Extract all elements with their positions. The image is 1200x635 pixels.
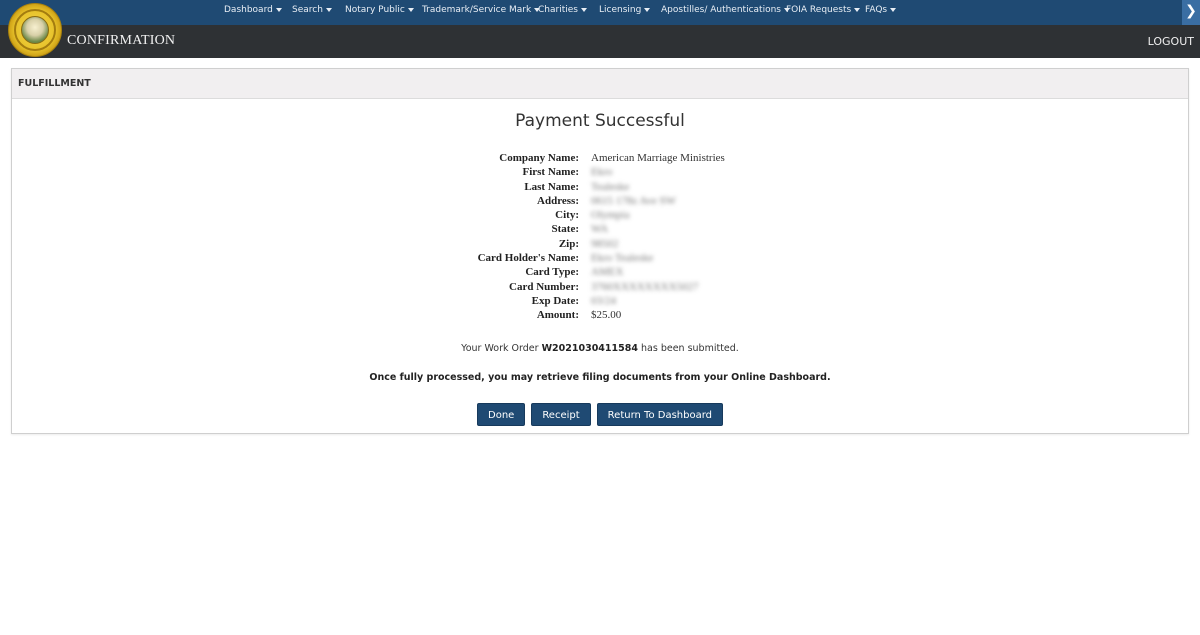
detail-row-card-holder-name: Card Holder's Name: Ekro Tealeske	[12, 252, 1188, 266]
nav-item-licensing[interactable]: Licensing	[599, 5, 651, 15]
detail-label: Card Holder's Name:	[477, 252, 579, 265]
detail-row-city: City: Olympia	[12, 209, 1188, 223]
detail-label: Zip:	[558, 237, 579, 250]
caret-down-icon	[890, 7, 897, 12]
top-navigation-bar: Dashboard Search Notary Public Trademark…	[0, 0, 1200, 25]
detail-row-card-number: Card Number: 3760XXXXXXXX5027	[12, 281, 1188, 295]
nav-item-label: Notary Public	[345, 5, 405, 15]
work-order-prefix: Your Work Order	[461, 343, 539, 354]
sidebar-toggle-button[interactable]: ❯	[1182, 0, 1200, 25]
detail-label: First Name:	[522, 166, 579, 179]
nav-item-trademark-service-mark[interactable]: Trademark/Service Mark	[422, 5, 541, 15]
nav-item-label: Apostilles/ Authentications	[661, 5, 781, 15]
caret-down-icon	[325, 7, 332, 12]
caret-down-icon	[275, 7, 282, 12]
nav-item-faqs[interactable]: FAQs	[865, 5, 897, 15]
detail-value: American Marriage Ministries	[591, 152, 725, 164]
detail-label: Company Name:	[499, 152, 579, 164]
work-order-number: W2021030411584	[541, 343, 638, 354]
nav-item-label: FAQs	[865, 5, 888, 15]
detail-value-redacted: Tealeske	[591, 180, 630, 193]
logout-link[interactable]: LOGOUT	[1148, 35, 1194, 48]
state-seal-logo[interactable]	[8, 3, 62, 57]
detail-row-last-name: Last Name: Tealeske	[12, 181, 1188, 195]
detail-row-address: Address: 0615 178z Ave SW	[12, 195, 1188, 209]
done-button[interactable]: Done	[477, 403, 526, 426]
seal-emblem-icon	[21, 16, 49, 44]
nav-item-label: FOIA Requests	[786, 5, 852, 15]
detail-label: State:	[551, 223, 580, 236]
nav-item-search[interactable]: Search	[292, 5, 332, 15]
detail-value-redacted: WA	[591, 223, 609, 236]
nav-item-label: Search	[292, 5, 323, 15]
return-to-dashboard-button[interactable]: Return To Dashboard	[596, 403, 723, 426]
detail-label: Last Name:	[524, 180, 579, 193]
detail-label: Card Number:	[509, 280, 579, 293]
detail-label: Amount:	[536, 309, 579, 322]
nav-item-label: Dashboard	[224, 5, 273, 15]
nav-item-foia-requests[interactable]: FOIA Requests	[786, 5, 861, 15]
detail-value-redacted: AMEX	[591, 266, 624, 279]
fulfillment-panel: FULFILLMENT Payment Successful Company N…	[11, 68, 1189, 434]
dashboard-note: Once fully processed, you may retrieve f…	[369, 372, 831, 383]
detail-row-state: State: WA	[12, 223, 1188, 237]
caret-down-icon	[854, 7, 861, 12]
detail-value-redacted: 3760XXXXXXXX5027	[591, 280, 699, 293]
detail-label: City:	[555, 209, 579, 222]
detail-value: $25.00	[591, 309, 622, 322]
nav-item-label: Charities	[538, 5, 578, 15]
detail-row-first-name: First Name: Ekro	[12, 166, 1188, 180]
detail-value-redacted: Ekro	[591, 166, 613, 179]
nav-item-label: Licensing	[599, 5, 642, 15]
detail-row-exp-date: Exp Date: 03/24	[12, 295, 1188, 309]
panel-heading: FULFILLMENT	[12, 69, 1188, 99]
nav-item-dashboard[interactable]: Dashboard	[224, 5, 282, 15]
title-bar: CONFIRMATION LOGOUT	[0, 25, 1200, 58]
receipt-button[interactable]: Receipt	[531, 403, 591, 426]
work-order-message: Your Work Order W2021030411584 has been …	[12, 343, 1188, 354]
detail-label: Card Type:	[525, 266, 579, 279]
caret-down-icon	[580, 7, 587, 12]
detail-row-company-name: Company Name: American Marriage Ministri…	[12, 152, 1188, 166]
detail-value-redacted: 03/24	[591, 294, 617, 307]
work-order-suffix: has been submitted.	[641, 343, 739, 354]
detail-value-redacted: 98502	[591, 237, 619, 250]
payment-details: Company Name: American Marriage Ministri…	[12, 152, 1188, 324]
nav-item-apostilles-authentications[interactable]: Apostilles/ Authentications	[661, 5, 790, 15]
payment-status-title: Payment Successful	[515, 111, 685, 131]
detail-value-redacted: Olympia	[591, 209, 630, 222]
nav-item-label: Trademark/Service Mark	[422, 5, 532, 15]
caret-down-icon	[644, 7, 651, 12]
detail-row-amount: Amount: $25.00	[12, 309, 1188, 323]
chevron-right-icon: ❯	[1185, 3, 1197, 19]
caret-down-icon	[407, 7, 414, 12]
page-title: CONFIRMATION	[67, 33, 176, 48]
nav-item-notary-public[interactable]: Notary Public	[345, 5, 414, 15]
detail-row-card-type: Card Type: AMEX	[12, 266, 1188, 280]
detail-value-redacted: 0615 178z Ave SW	[591, 194, 677, 207]
nav-item-charities[interactable]: Charities	[538, 5, 587, 15]
detail-row-zip: Zip: 98502	[12, 238, 1188, 252]
detail-value-redacted: Ekro Tealeske	[591, 252, 654, 265]
detail-label: Address:	[537, 194, 579, 207]
nav-menu: Dashboard Search Notary Public Trademark…	[0, 0, 1182, 25]
detail-label: Exp Date:	[531, 294, 579, 307]
action-buttons: Done Receipt Return To Dashboard	[12, 403, 1188, 426]
